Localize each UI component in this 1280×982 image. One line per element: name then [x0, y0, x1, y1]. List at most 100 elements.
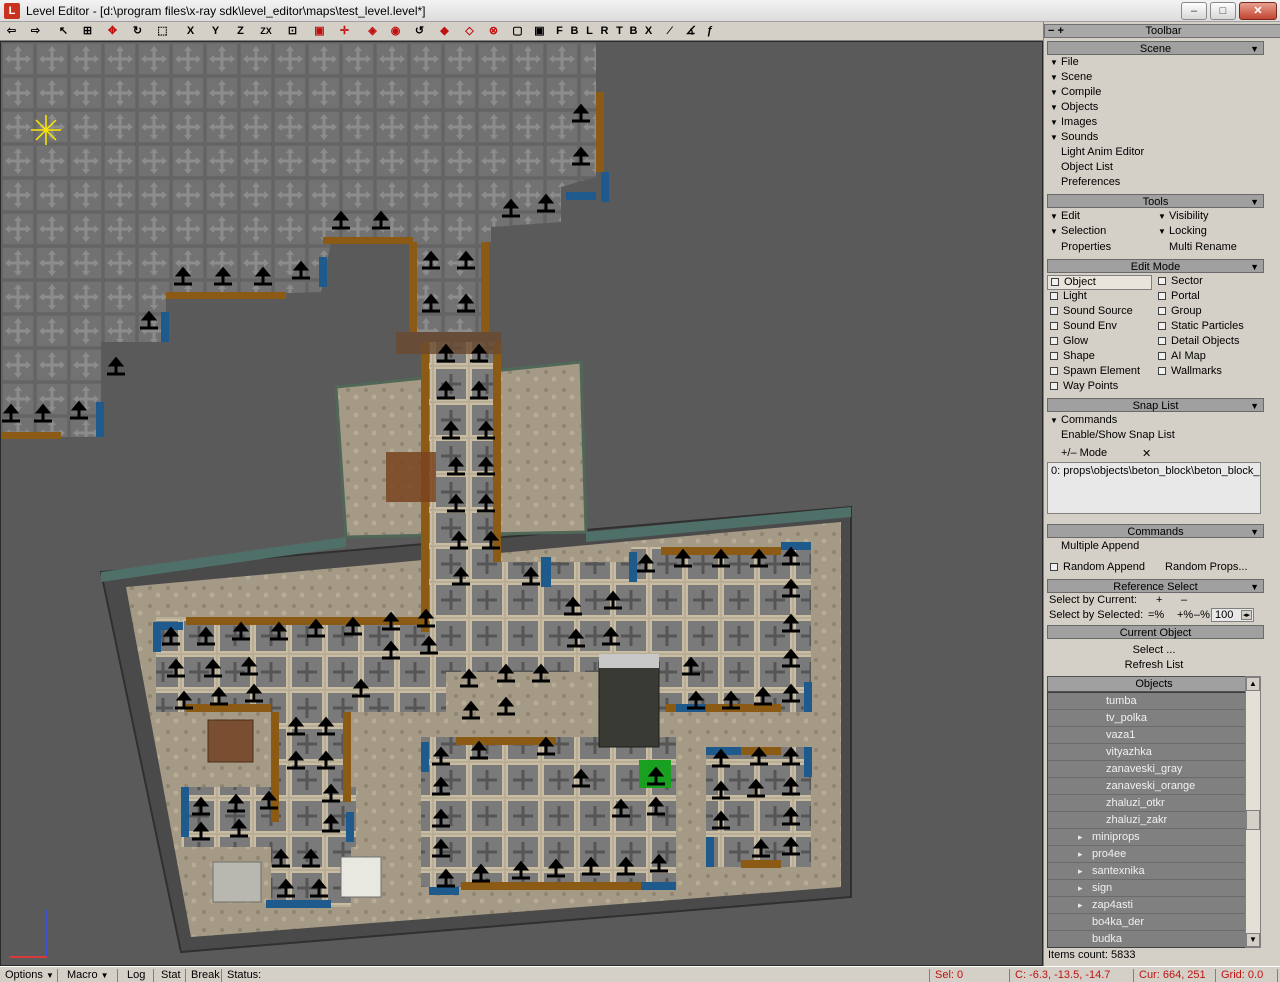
objects-tree-row[interactable]: vityazhka: [1048, 744, 1246, 761]
mode-sound-env[interactable]: Sound Env: [1050, 320, 1117, 332]
expand-icon[interactable]: ▸: [1078, 846, 1083, 863]
snap-normal-icon[interactable]: ◇: [462, 23, 477, 39]
expand-icon[interactable]: ▸: [1078, 880, 1083, 897]
select-eq-pct-button[interactable]: =%: [1148, 609, 1164, 621]
link-preferences[interactable]: Preferences: [1061, 176, 1120, 188]
csys-icon[interactable]: ⊡: [285, 23, 300, 39]
tool-selection[interactable]: ▼ Selection: [1050, 225, 1106, 237]
objects-tree-row[interactable]: ▸ pro4ee: [1048, 846, 1246, 863]
rotate-icon[interactable]: ↻: [130, 23, 145, 39]
snap-list-box[interactable]: 0: props\objects\beton_block\beton_block…: [1047, 462, 1261, 514]
menu-scene[interactable]: ▼ Scene: [1050, 71, 1092, 83]
objects-tree-row[interactable]: budka: [1048, 931, 1246, 947]
view-left-button[interactable]: L: [582, 23, 597, 39]
mode-light[interactable]: Light: [1050, 290, 1087, 302]
objects-tree-row[interactable]: zhaluzi_otkr: [1048, 795, 1246, 812]
axis-zx-button[interactable]: ZX: [256, 23, 276, 39]
3d-viewport[interactable]: [0, 41, 1043, 966]
select-percent-input[interactable]: 100 ◂▸: [1211, 608, 1254, 622]
mode-portal[interactable]: Portal: [1158, 290, 1200, 302]
tool-locking[interactable]: ▼ Locking: [1158, 225, 1207, 237]
redo-icon[interactable]: ⇨: [28, 23, 43, 39]
snap-grid-icon[interactable]: ▣: [312, 23, 327, 39]
scroll-up-icon[interactable]: ▲: [1246, 677, 1260, 691]
select-object-button[interactable]: Select ...: [1044, 644, 1264, 656]
options-button[interactable]: Options ▼: [2, 969, 58, 982]
reference-select-header[interactable]: Reference Select ▼: [1047, 579, 1264, 593]
log-button[interactable]: Log: [124, 969, 154, 982]
expand-icon[interactable]: ▸: [1078, 829, 1083, 846]
snap-commands[interactable]: ▼ Commands: [1050, 414, 1117, 426]
view-front-button[interactable]: F: [552, 23, 567, 39]
snap-mode-toggle[interactable]: +/– Mode: [1061, 447, 1143, 462]
axis-z-button[interactable]: Z: [233, 23, 248, 39]
edit-mode-header[interactable]: Edit Mode ▼: [1047, 259, 1264, 273]
move-icon[interactable]: ✥: [105, 23, 120, 39]
axis-x-button[interactable]: X: [183, 23, 198, 39]
view-right-button[interactable]: R: [597, 23, 612, 39]
break-button[interactable]: Break: [188, 969, 222, 982]
objects-tree-row[interactable]: zhaluzi_zakr: [1048, 812, 1246, 829]
minimize-button[interactable]: –: [1181, 2, 1207, 20]
select-icon[interactable]: ↖: [56, 23, 71, 39]
link-object-list[interactable]: Object List: [1061, 161, 1113, 173]
snap-vertex-icon[interactable]: ◆: [437, 23, 452, 39]
axis-y-button[interactable]: Y: [208, 23, 223, 39]
tools-header[interactable]: Tools ▼: [1047, 194, 1264, 208]
mode-ai-map[interactable]: AI Map: [1158, 350, 1206, 362]
refresh-list-button[interactable]: Refresh List: [1044, 659, 1264, 671]
expand-icon[interactable]: ▸: [1078, 897, 1083, 914]
camera-plane-icon[interactable]: ⁄: [662, 23, 677, 39]
objects-tree-row[interactable]: bo4ka_der: [1048, 914, 1246, 931]
view-back-button[interactable]: B: [567, 23, 582, 39]
zoom-extent-icon[interactable]: ▢: [510, 23, 525, 39]
mode-way-points[interactable]: Way Points: [1050, 380, 1118, 392]
snap-list-entry[interactable]: 0: props\objects\beton_block\beton_block…: [1048, 463, 1260, 479]
objects-tree-row[interactable]: vaza1: [1048, 727, 1246, 744]
mode-detail-objects[interactable]: Detail Objects: [1158, 335, 1239, 347]
multiple-append-button[interactable]: Multiple Append: [1061, 540, 1139, 552]
tool-multi-rename[interactable]: Multi Rename: [1169, 241, 1237, 253]
mode-glow[interactable]: Glow: [1050, 335, 1088, 347]
stat-button[interactable]: Stat: [158, 969, 186, 982]
objects-tree[interactable]: tumba tv_polka vaza1 vityazhka zanaveski_gra…: [1047, 692, 1261, 948]
mode-object[interactable]: Object: [1047, 275, 1152, 290]
mode-static-particles[interactable]: Static Particles: [1158, 320, 1244, 332]
snap-clear-icon[interactable]: ✕: [1142, 447, 1151, 460]
mode-group[interactable]: Group: [1158, 305, 1202, 317]
random-props-button[interactable]: Random Props...: [1165, 561, 1248, 573]
snap-list-header[interactable]: Snap List ▼: [1047, 398, 1264, 412]
zoom-selected-icon[interactable]: ▣: [532, 23, 547, 39]
menu-file[interactable]: ▼ File: [1050, 56, 1079, 68]
add-icon[interactable]: ⊞: [80, 23, 95, 39]
snap-surface-icon[interactable]: ⊗: [486, 23, 501, 39]
tool-visibility[interactable]: ▼ Visibility: [1158, 210, 1209, 222]
view-reset-button[interactable]: X: [641, 23, 656, 39]
maximize-button[interactable]: □: [1210, 2, 1236, 20]
mode-spawn-element[interactable]: Spawn Element: [1050, 365, 1140, 377]
mode-shape[interactable]: Shape: [1050, 350, 1095, 362]
expand-icon[interactable]: ▸: [1078, 863, 1083, 880]
view-bottom-button[interactable]: B: [626, 23, 641, 39]
menu-objects[interactable]: ▼ Objects: [1050, 101, 1098, 113]
menu-compile[interactable]: ▼ Compile: [1050, 86, 1101, 98]
snap-object-icon[interactable]: ✛: [337, 23, 352, 39]
scene-header[interactable]: Scene ▼: [1047, 41, 1264, 55]
menu-images[interactable]: ▼ Images: [1050, 116, 1097, 128]
mode-wallmarks[interactable]: Wallmarks: [1158, 365, 1222, 377]
camera-arc-icon[interactable]: ∡: [683, 23, 698, 39]
select-current-minus-button[interactable]: –: [1181, 594, 1187, 606]
scale-icon[interactable]: ⬚: [155, 23, 170, 39]
objects-tree-row[interactable]: ▸ miniprops: [1048, 829, 1246, 846]
link-light-anim-editor[interactable]: Light Anim Editor: [1061, 146, 1144, 158]
random-append-checkbox[interactable]: Random Append: [1050, 561, 1145, 573]
undo-icon[interactable]: ⇦: [4, 23, 19, 39]
objects-tree-row[interactable]: tv_polka: [1048, 710, 1246, 727]
scroll-down-icon[interactable]: ▼: [1246, 933, 1260, 947]
mode-sound-source[interactable]: Sound Source: [1050, 305, 1133, 317]
snap-rotate-icon[interactable]: ↺: [412, 23, 427, 39]
scroll-thumb[interactable]: [1246, 810, 1260, 830]
camera-fly-icon[interactable]: ƒ: [702, 23, 717, 39]
objects-tree-row[interactable]: zanaveski_gray: [1048, 761, 1246, 778]
mode-sector[interactable]: Sector: [1158, 275, 1203, 287]
